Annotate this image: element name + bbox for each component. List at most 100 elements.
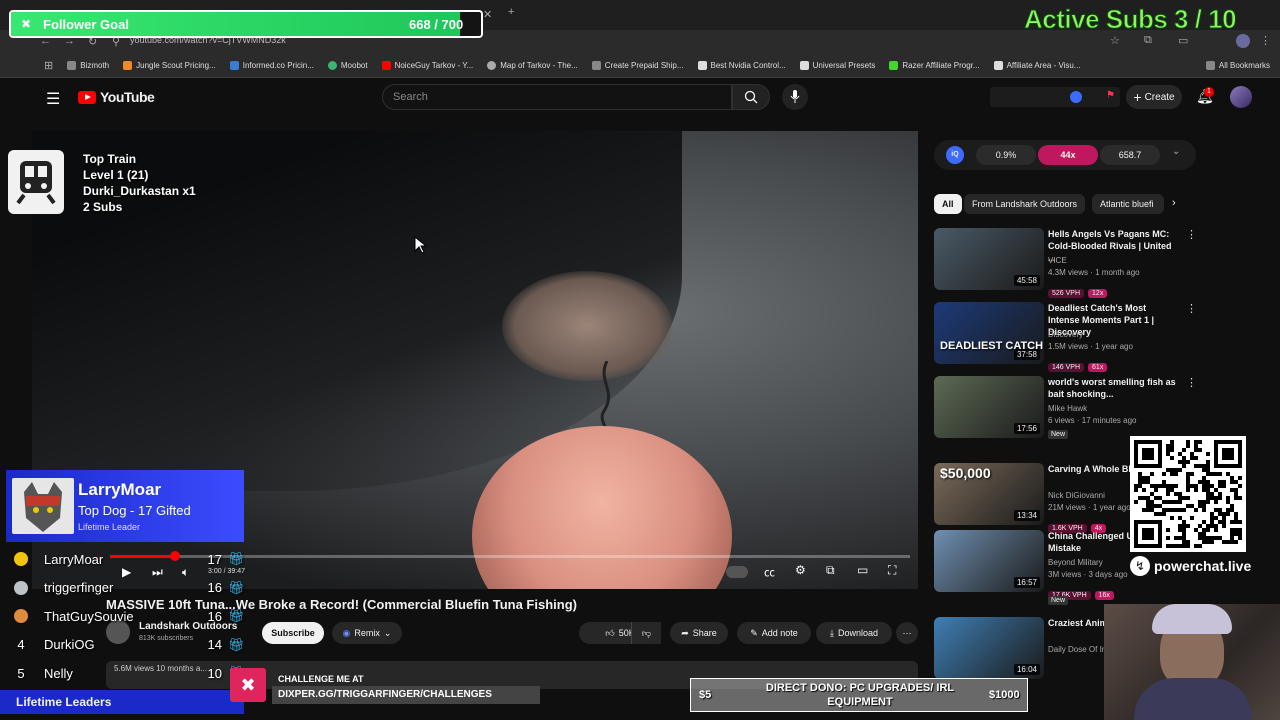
recommended-channel[interactable]: Mike Hawk [1048,403,1087,415]
bookmark-star-icon[interactable]: ☆ [1110,34,1120,47]
bookmark-item[interactable]: NoiceGuy Tarkov - Y... [381,61,473,70]
gift-icon: 🎁︎ [228,551,245,566]
dono-min: $5 [699,689,712,701]
tab-close-icon[interactable]: ✕ [483,8,492,21]
bookmark-item[interactable]: Map of Tarkov - The... [487,61,578,70]
chevron-down-icon: ⌄ [383,627,392,638]
favicon-icon [591,61,601,70]
new-badge: New [1048,596,1069,605]
recommended-title[interactable]: world's worst smelling fish as bait shoc… [1048,376,1176,400]
more-vertical-icon[interactable]: ⋮ [1186,228,1197,241]
extensions-icon[interactable]: ⧉ [1144,34,1152,47]
autoplay-toggle[interactable] [726,566,748,578]
user-avatar[interactable] [1230,86,1252,108]
vidiq-badges: 526 VPH 12x [1048,282,1108,300]
recommended-channel[interactable]: Nick DiGiovanni [1048,490,1105,502]
share-button[interactable]: ➦ Share [670,622,728,644]
challenge-line-2: DIXPER.GG/TRIGGARFINGER/CHALLENGES [278,689,492,700]
hamburger-menu-icon[interactable]: ☰ [46,89,60,109]
favicon-icon [327,61,337,70]
leaderboard-rank: 5 [17,665,25,681]
vph-badge: 146 VPH [1048,363,1085,372]
leader-name: LarryMoar [78,480,162,499]
train-icon [8,150,64,214]
miniplayer-icon[interactable]: ⧉ [826,563,835,578]
video-thumbnail[interactable]: 17:56 [934,376,1044,438]
bookmark-item[interactable]: Informed.co Pricin... [229,61,314,70]
video-duration: 37:58 [1013,349,1040,360]
video-duration: 16:04 [1013,664,1040,675]
more-actions-button[interactable]: ⋯ [896,622,918,644]
video-thumbnail[interactable]: DEADLIEST CATCH 37:58 [934,302,1044,364]
remix-button[interactable]: ◉ Remix ⌄ [332,622,402,644]
chip-from-channel[interactable]: From Landshark Outdoors [964,194,1086,214]
chip-all[interactable]: All [934,194,962,214]
profile-avatar[interactable] [1236,34,1250,48]
chip-atlantic-bluefin[interactable]: Atlantic bluefi [1092,194,1164,214]
recommended-title[interactable]: Hells Angels Vs Pagans MC: Cold-Blooded … [1048,228,1176,264]
search-icon [744,90,758,104]
video-thumbnail[interactable]: 45:58 [934,228,1044,290]
chevron-right-icon[interactable]: › [1172,197,1176,209]
leaderboard-row: LarryMoar 17 🎁︎ [14,549,250,569]
leaderboard-rank: 4 [17,637,25,652]
bookmark-item[interactable]: Create Prepaid Ship... [591,61,684,70]
extension-icon[interactable] [1070,91,1082,103]
video-thumbnail[interactable]: $50,000 13:34 [934,463,1044,525]
leader-avatar [12,478,74,534]
qr-code [1130,436,1246,552]
apps-grid-icon[interactable]: ⊞ [44,59,53,72]
more-vertical-icon[interactable]: ⋮ [1186,376,1197,389]
leaderboard-name: DurkiOG [44,637,95,652]
all-bookmarks[interactable]: All Bookmarks [1205,61,1270,70]
bookmark-item[interactable]: Best Nvidia Control... [697,61,786,70]
search-input[interactable]: Search [382,84,732,110]
sidepanel-icon[interactable]: ▭ [1178,34,1188,47]
download-button[interactable]: ⤓ Download [816,622,892,644]
bookmark-item[interactable]: Jungle Scout Pricing... [123,61,216,70]
settings-gear-icon[interactable]: ⚙ [795,563,806,577]
search-button[interactable] [732,84,770,110]
bookmark-item[interactable]: Razer Affiliate Progr... [889,61,980,70]
thumbnail-text: $50,000 [940,465,991,481]
chevron-down-icon[interactable]: ⌄ [1172,146,1180,157]
leaderboard-row: 4 DurkiOG 14 🎁︎ [14,635,250,655]
recommended-channel[interactable]: VICE [1048,255,1067,267]
recommended-channel[interactable]: Discovery [1048,329,1083,341]
recommended-video[interactable]: 17:56 world's worst smelling fish as bait… [934,376,1197,444]
youtube-logo[interactable]: YouTube [78,89,155,105]
bookmark-item[interactable]: Universal Presets [799,61,875,70]
bookmark-item[interactable]: Bizmoth [67,61,109,70]
fullscreen-icon[interactable]: ⛶ [888,563,896,578]
top-train-level: Level 1 (21) [83,168,149,182]
multiplier-stat: 44x [1038,145,1098,165]
theater-mode-icon[interactable]: ▭ [857,563,868,577]
voice-search-button[interactable] [782,84,808,110]
recommended-channel[interactable]: Beyond Military [1048,557,1103,569]
dixper-logo-icon: ✖ [230,668,266,702]
leaderboard-row: ThatGuySouvie 16 🎁︎ [14,606,250,626]
captions-icon[interactable]: ㏄ [764,564,775,580]
video-thumbnail[interactable]: 16:57 [934,530,1044,592]
video-thumbnail[interactable]: 16:04 [934,617,1044,679]
extension-alert-icon[interactable]: ⚑ [1106,90,1115,101]
top-train-subs: 2 Subs [83,200,123,214]
bookmark-item[interactable]: Moobot [327,61,368,70]
menu-icon[interactable]: ⋮ [1260,34,1271,47]
folder-icon [1205,61,1215,70]
more-vertical-icon[interactable]: ⋮ [1186,302,1197,315]
subscribe-button[interactable]: Subscribe [262,622,324,644]
microphone-icon [790,90,800,103]
recommended-meta: 6 views · 17 minutes ago [1048,416,1137,425]
create-button[interactable]: + Create [1126,85,1182,109]
vph-badge: 526 VPH [1048,289,1085,298]
bookmark-item[interactable]: Affiliate Area - Visu... [993,61,1081,70]
recommended-video[interactable]: 45:58 Hells Angels Vs Pagans MC: Cold-Blo… [934,228,1197,298]
vidiq-badges: 146 VPH 61x [1048,356,1108,374]
dislike-button[interactable]: 👎︎ [631,622,661,644]
add-note-button[interactable]: ✎ Add note [737,622,811,644]
new-tab-icon[interactable]: + [508,6,514,18]
video-duration: 16:57 [1013,577,1040,588]
recommended-video[interactable]: DEADLIEST CATCH 37:58 Deadliest Catch's Mo… [934,302,1197,372]
extension-toolbar[interactable]: ⚑ [990,87,1120,107]
